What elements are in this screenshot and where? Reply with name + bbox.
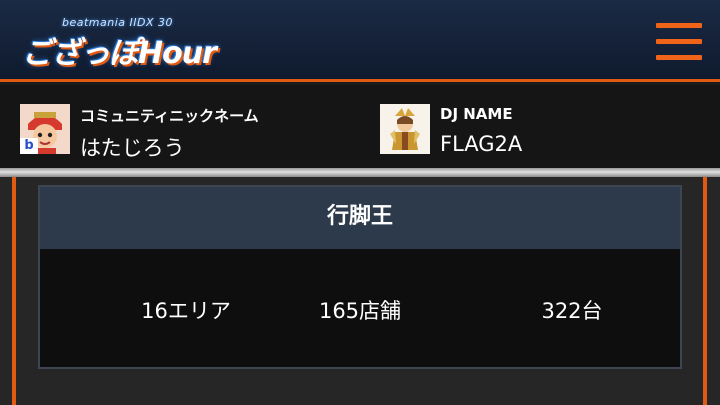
hamburger-menu-icon[interactable] — [654, 22, 704, 62]
stat-machines: 322台 — [541, 299, 603, 323]
left-accent-line — [12, 177, 16, 405]
dj-avatar — [380, 104, 430, 154]
avatar-badge: b — [20, 138, 38, 154]
stat-areas: 16エリア — [141, 299, 231, 323]
community-nickname-label: コミュニティニックネーム — [80, 107, 259, 125]
menu-line — [656, 55, 702, 60]
community-nickname-value: はたじろう — [80, 136, 185, 160]
menu-line — [656, 39, 702, 44]
dj-name-value: FLAG2A — [440, 132, 523, 156]
right-accent-line — [703, 177, 707, 405]
character-avatar-icon — [380, 104, 430, 154]
card-title: 行脚王 — [40, 187, 680, 249]
main-content: 行脚王 16エリア 165店舗 322台 — [0, 177, 720, 405]
menu-line — [656, 23, 702, 28]
community-avatar: b — [20, 104, 70, 154]
section-divider — [0, 168, 720, 177]
angya-king-card: 行脚王 16エリア 165店舗 322台 — [38, 185, 682, 369]
dj-name-label: DJ NAME — [440, 105, 513, 123]
app-logo[interactable]: beatmania IIDX 30 ござっぽHour — [22, 16, 242, 71]
logo-title: ござっぽHour — [22, 36, 217, 71]
app-header: beatmania IIDX 30 ござっぽHour — [0, 0, 720, 82]
stat-stores: 165店舗 — [318, 299, 402, 323]
user-info-bar: b コミュニティニックネーム はたじろう DJ NAME FLAG2A — [0, 85, 720, 168]
